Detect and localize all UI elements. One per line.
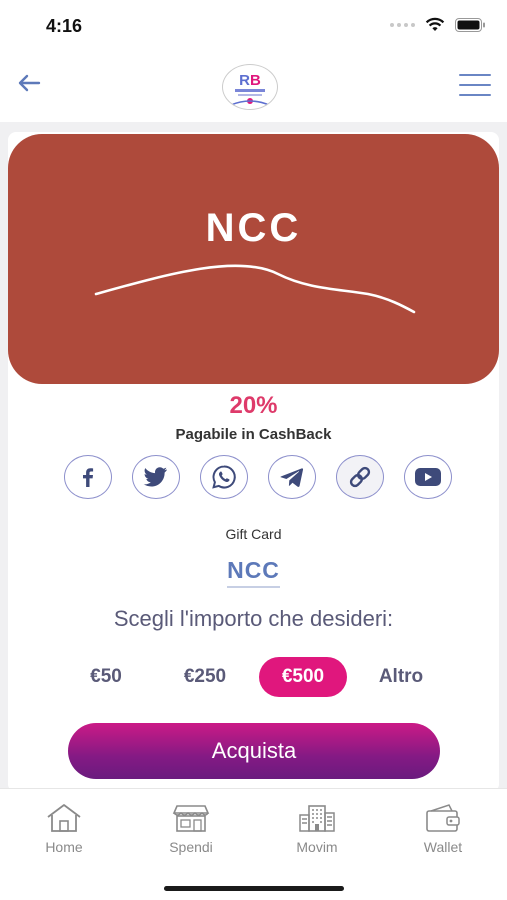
menu-line — [459, 74, 491, 76]
tab-home[interactable]: Home — [24, 801, 104, 855]
tab-spendi[interactable]: Spendi — [151, 801, 231, 855]
cashback-percent: 20% — [229, 392, 278, 419]
buildings-icon — [299, 805, 335, 832]
wallet-icon — [426, 804, 460, 832]
tab-wallet-label: Wallet — [423, 839, 463, 855]
menu-button[interactable] — [459, 74, 491, 96]
nav-bar: RB — [0, 56, 507, 118]
share-twitter-button[interactable] — [132, 455, 180, 499]
tab-movim[interactable]: Movim — [277, 801, 357, 855]
status-time: 4:16 — [46, 16, 83, 36]
whatsapp-icon — [212, 465, 236, 489]
share-telegram-button[interactable] — [268, 455, 316, 499]
status-icons — [390, 17, 485, 32]
twitter-icon — [143, 467, 167, 487]
gift-card-label: Gift Card — [225, 526, 282, 542]
brand-logo-icon: RB — [230, 72, 270, 106]
home-indicator — [164, 886, 344, 891]
cellular-signal-icon — [390, 22, 415, 27]
battery-icon — [455, 17, 485, 32]
link-icon — [349, 466, 371, 488]
arrow-left-icon — [18, 74, 41, 92]
menu-line — [459, 94, 491, 96]
cashback-label: Pagabile in CashBack — [175, 426, 332, 443]
car-swoosh-graphic — [94, 264, 416, 314]
tab-bar: Home Spendi Movim Wallet — [0, 788, 507, 900]
store-icon — [172, 805, 210, 832]
facebook-icon — [83, 468, 94, 487]
svg-text:RB: RB — [239, 72, 261, 89]
back-button[interactable] — [14, 68, 44, 98]
amount-option-250[interactable]: €250 — [170, 657, 240, 697]
amount-option-500-selected[interactable]: €500 — [259, 657, 347, 697]
telegram-icon — [280, 468, 304, 487]
youtube-icon — [415, 468, 441, 486]
share-whatsapp-button[interactable] — [200, 455, 248, 499]
amount-picker: €50 €250 €500 Altro — [0, 657, 507, 697]
wifi-icon — [425, 17, 445, 31]
tab-wallet[interactable]: Wallet — [403, 801, 483, 855]
share-facebook-button[interactable] — [64, 455, 112, 499]
amount-prompt: Scegli l'importo che desideri: — [113, 606, 394, 631]
banner-title: NCC — [205, 206, 302, 250]
tab-home-label: Home — [45, 839, 83, 855]
buy-button[interactable]: Acquista — [68, 723, 440, 779]
share-buttons — [64, 455, 452, 501]
gift-card-banner: NCC — [8, 134, 499, 384]
share-youtube-button[interactable] — [404, 455, 452, 499]
menu-line — [459, 84, 491, 86]
tab-movim-label: Movim — [296, 839, 338, 855]
tab-spendi-label: Spendi — [169, 839, 213, 855]
amount-option-other[interactable]: Altro — [368, 657, 434, 697]
status-bar: 4:16 — [0, 0, 507, 52]
gift-card-name-wrap: NCC — [0, 557, 507, 588]
share-link-button[interactable] — [336, 455, 384, 499]
gift-card-name: NCC — [227, 557, 280, 588]
home-icon — [47, 804, 81, 832]
brand-logo: RB — [222, 64, 278, 110]
amount-option-50[interactable]: €50 — [78, 657, 134, 697]
